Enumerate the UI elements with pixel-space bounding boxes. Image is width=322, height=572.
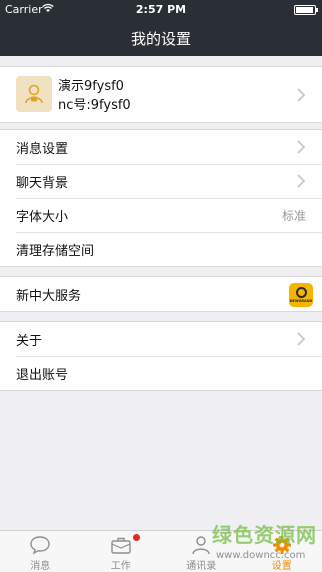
tab-messages[interactable]: 消息 [0, 531, 81, 572]
work-badge [132, 534, 140, 541]
chevron-right-icon [297, 87, 306, 102]
chevron-right-icon [297, 332, 306, 346]
tab-settings-label: 设置 [271, 561, 292, 572]
tab-settings[interactable]: 设置 [242, 531, 322, 572]
tab-bar: 消息 工作 通讯录 设置 [0, 530, 322, 572]
chat-background-row[interactable]: 聊天背景 [0, 164, 322, 198]
page-title: 我的设置 [130, 30, 191, 48]
tab-contacts-label: 通讯录 [186, 561, 217, 572]
newgrand-service-label: 新中大服务 [16, 288, 82, 304]
message-settings-row[interactable]: 消息设置 [0, 130, 322, 164]
profile-name: 演示9fysf0 [58, 79, 124, 94]
font-size-label: 字体大小 [16, 209, 69, 225]
newgrand-logo-icon: NEWGRAND [289, 283, 313, 307]
profile-id: nc号:9fysf0 [58, 98, 131, 113]
status-bar: Carrier 2:57 PM [0, 0, 322, 20]
clear-storage-label: 清理存储空间 [16, 243, 95, 259]
tab-work-label: 工作 [110, 561, 131, 572]
service-group: 新中大服务 NEWGRAND [0, 276, 322, 312]
tab-work[interactable]: 工作 [81, 531, 162, 572]
profile-card[interactable]: 演示9fysf0 nc号:9fysf0 [0, 66, 322, 123]
chat-background-label: 聊天背景 [16, 175, 69, 191]
settings-group: 消息设置 聊天背景 字体大小 标准 清理存储空间 [0, 129, 322, 267]
battery-icon [294, 5, 318, 15]
tab-contacts[interactable]: 通讯录 [161, 531, 242, 572]
briefcase-icon [111, 537, 131, 554]
font-size-row[interactable]: 字体大小 标准 [0, 198, 322, 232]
message-settings-label: 消息设置 [16, 141, 69, 157]
contacts-icon [192, 536, 210, 555]
chat-bubble-icon [30, 536, 50, 555]
logout-row[interactable]: 退出账号 [0, 356, 322, 390]
font-size-value: 标准 [281, 208, 306, 223]
navigation-bar: 我的设置 [0, 20, 322, 56]
chevron-right-icon [297, 140, 306, 154]
user-avatar-icon [16, 76, 52, 112]
chevron-right-icon [297, 174, 306, 188]
newgrand-service-row[interactable]: 新中大服务 NEWGRAND [0, 277, 322, 311]
tab-messages-label: 消息 [30, 561, 51, 572]
about-label: 关于 [16, 333, 43, 349]
gear-icon [272, 536, 291, 554]
account-group: 关于 退出账号 [0, 321, 322, 391]
about-row[interactable]: 关于 [0, 322, 322, 356]
logout-label: 退出账号 [16, 367, 69, 383]
clear-storage-row[interactable]: 清理存储空间 [0, 232, 322, 266]
status-time: 2:57 PM [135, 3, 187, 16]
